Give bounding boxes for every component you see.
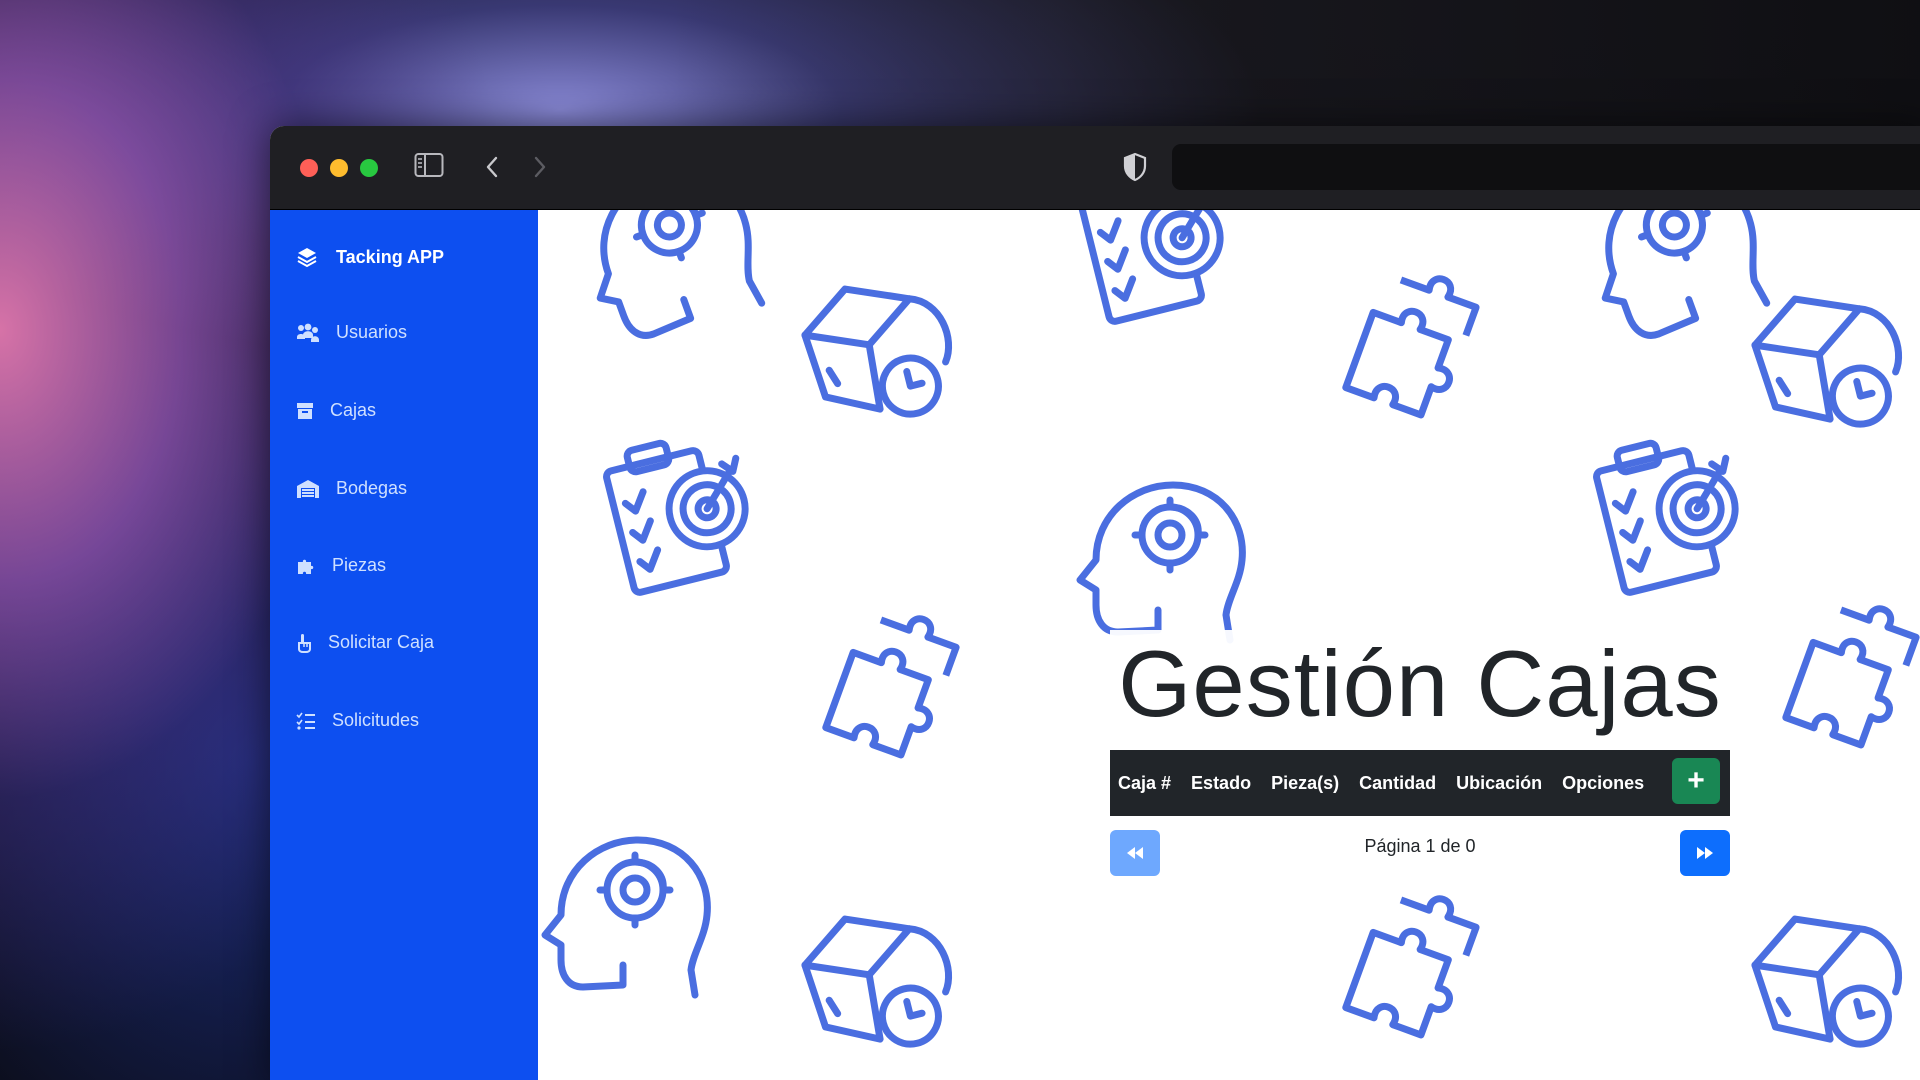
page-indicator: Página 1 de 0 (1364, 836, 1476, 856)
sidebar-item-label: Cajas (330, 400, 377, 420)
list-check-icon (296, 712, 315, 730)
pagination: Página 1 de 0 (1110, 830, 1730, 880)
column-header-piezas: Pieza(s) (1271, 772, 1340, 793)
add-caja-button[interactable]: + (1672, 758, 1720, 804)
browser-window: Tacking APP Usuarios Cajas Bodegas Pieza… (270, 126, 1920, 1080)
column-header-ubicacion: Ubicación (1456, 772, 1543, 793)
sidebar-item-label: Solicitudes (332, 710, 420, 730)
puzzle-icon (298, 559, 314, 574)
forward-arrow-icon[interactable] (530, 152, 550, 187)
next-page-button[interactable] (1680, 830, 1730, 876)
privacy-shield-icon[interactable] (1122, 152, 1148, 187)
brand-name: Tacking APP (336, 246, 445, 267)
back-arrow-icon[interactable] (482, 152, 502, 187)
sidebar-item-solicitudes[interactable]: Solicitudes (296, 710, 419, 731)
sidebar-item-usuarios[interactable]: Usuarios (296, 322, 407, 343)
sidebar-item-label: Piezas (332, 555, 387, 575)
box-icon (297, 402, 313, 419)
column-header-cantidad: Cantidad (1359, 772, 1437, 793)
column-header-caja: Caja # (1118, 772, 1172, 793)
sidebar-item-bodegas[interactable]: Bodegas (296, 478, 407, 499)
sidebar: Tacking APP Usuarios Cajas Bodegas Pieza… (270, 210, 538, 1080)
table-header: Caja # Estado Pieza(s) Cantidad Ubicació… (1110, 750, 1730, 816)
sidebar-item-piezas[interactable]: Piezas (296, 555, 386, 576)
sidebar-item-solicitar-caja[interactable]: Solicitar Caja (296, 632, 434, 653)
column-header-opciones: Opciones (1562, 772, 1645, 793)
sidebar-item-label: Bodegas (336, 478, 408, 498)
sidebar-item-label: Solicitar Caja (328, 632, 435, 652)
browser-titlebar (270, 126, 1920, 210)
close-window-button[interactable] (300, 159, 318, 177)
zoom-window-button[interactable] (360, 159, 378, 177)
address-bar[interactable] (1172, 144, 1920, 190)
brand[interactable]: Tacking APP (296, 246, 444, 268)
layers-icon (297, 248, 317, 268)
hand-pointer-icon (298, 633, 311, 653)
main-content: Gestión Cajas Caja # Estado Pieza(s) Can… (538, 210, 1920, 1080)
users-icon (297, 323, 319, 342)
page-title: Gestión Cajas (1110, 630, 1730, 740)
sidebar-item-cajas[interactable]: Cajas (296, 400, 376, 421)
sidebar-item-label: Usuarios (336, 322, 408, 342)
minimize-window-button[interactable] (330, 159, 348, 177)
column-header-estado: Estado (1191, 772, 1252, 793)
sidebar-toggle-icon[interactable] (414, 152, 444, 183)
fast-forward-icon (1697, 847, 1713, 859)
warehouse-icon (297, 479, 319, 498)
